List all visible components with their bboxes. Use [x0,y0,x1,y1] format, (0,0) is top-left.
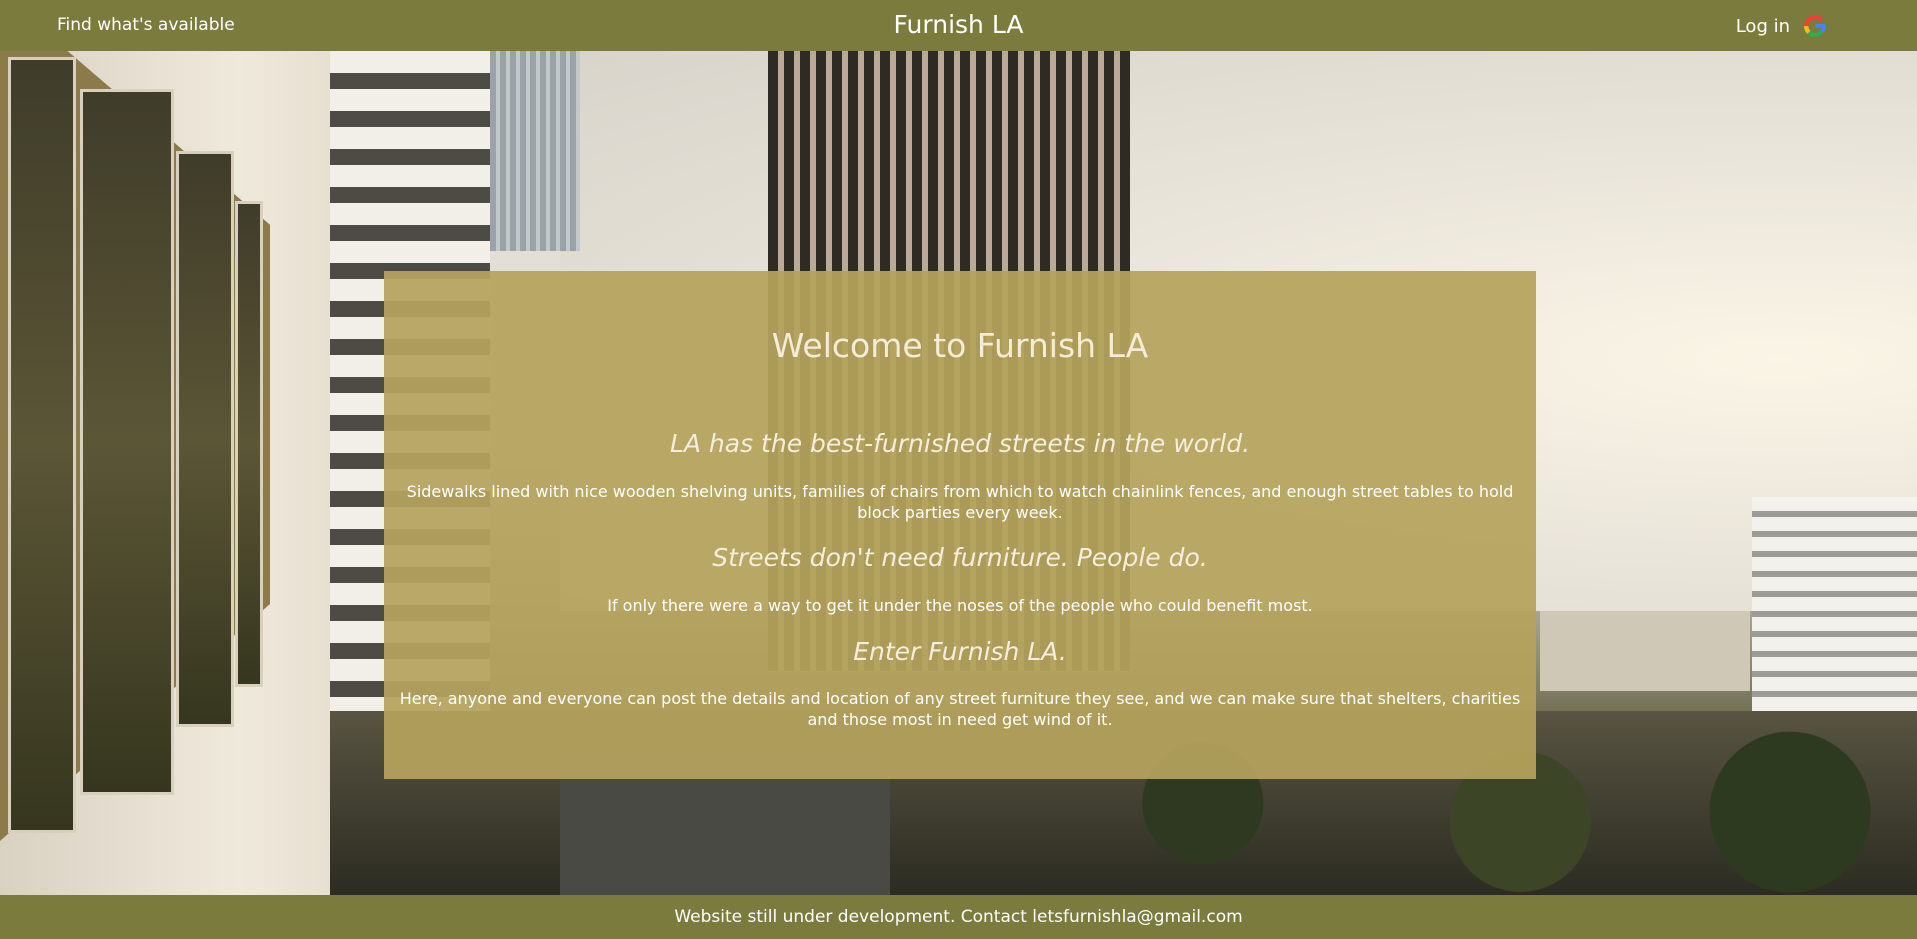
welcome-heading: Welcome to Furnish LA [771,326,1149,365]
footer-text: Website still under development. Contact… [674,907,1243,927]
site-title[interactable]: Furnish LA [0,10,1917,39]
window-pane [176,151,234,727]
left-building [0,51,340,895]
solution-heading: Enter Furnish LA. [853,637,1067,666]
problem-paragraph: If only there were a way to get it under… [607,596,1313,615]
problem-heading: Streets don't need furniture. People do. [712,543,1208,572]
tagline-heading: LA has the best-furnished streets in the… [669,429,1251,458]
welcome-panel: Welcome to Furnish LA LA has the best-fu… [384,271,1536,779]
window-pane [80,89,174,795]
top-navbar: Find what's available Furnish LA Log in [0,0,1917,51]
footer: Website still under development. Contact… [0,895,1917,939]
glass-tower [490,51,580,251]
hero-background: Welcome to Furnish LA LA has the best-fu… [0,51,1917,895]
window-pane [235,201,263,687]
solution-paragraph: Here, anyone and everyone can post the d… [399,689,1521,729]
login-button[interactable]: Log in [1736,12,1829,40]
low-building [1540,611,1750,691]
login-label: Log in [1735,15,1790,37]
google-icon [1801,12,1829,40]
window-pane [8,57,76,833]
tagline-paragraph: Sidewalks lined with nice wooden shelvin… [406,482,1514,522]
